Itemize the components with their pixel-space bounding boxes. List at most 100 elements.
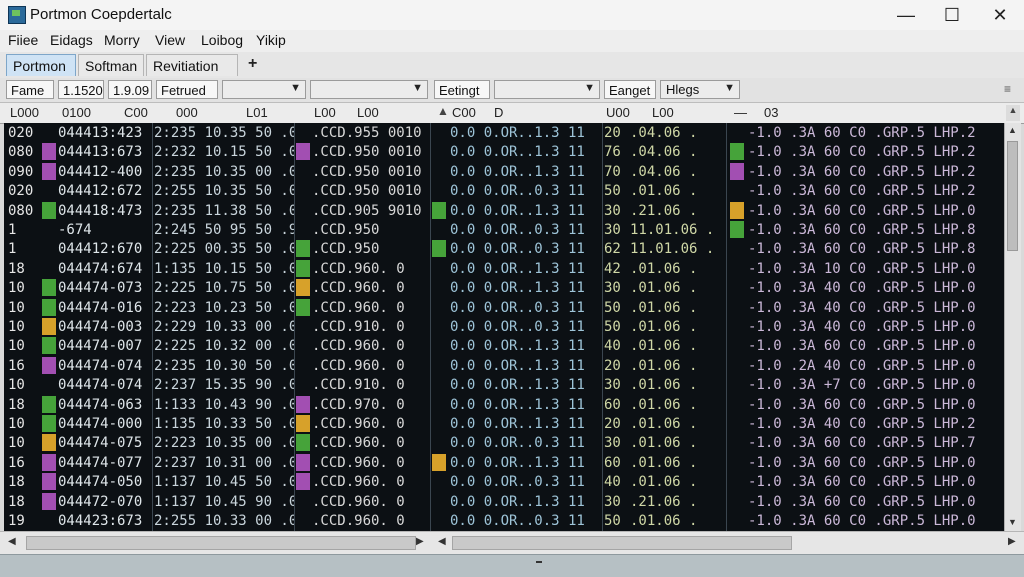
log-grid[interactable]: 020 044413:423 2:235 10.35 50 .0 .CCD.955 0… <box>4 123 1004 531</box>
col-header-1[interactable]: 0100 <box>62 105 91 120</box>
col-header-10[interactable]: L00 <box>652 105 674 120</box>
row-data: 0.0 0.OR..0.3 11 <box>450 513 585 529</box>
table-row[interactable]: 16 044474-077 2:237 10.31 00 .0 .CCD.960. 0… <box>4 453 1004 473</box>
vertical-scroll-thumb[interactable] <box>1007 141 1018 251</box>
row-address: 044474-050 <box>58 474 143 491</box>
row-address: 044474-077 <box>58 454 143 471</box>
row-date: .04.06 . <box>630 163 698 180</box>
table-row[interactable]: 090 044412-400 2:235 10.35 00 .0 .CCD.950 0… <box>4 162 1004 182</box>
menu-file[interactable]: Fiiee <box>8 32 38 48</box>
row-count: 40 <box>604 338 621 355</box>
col-header-7[interactable]: C00 <box>452 105 476 120</box>
horizontal-scroll-thumb-right[interactable] <box>452 536 792 550</box>
status-bar <box>0 554 1024 577</box>
col-header-5[interactable]: L00 <box>314 105 336 120</box>
col-header-8[interactable]: D <box>494 105 503 120</box>
table-row[interactable]: 10 044474-003 2:229 10.33 00 .0 .CCD.910. 0… <box>4 317 1004 337</box>
table-row[interactable]: 1 044412:670 2:225 00.35 50 .0 .CCD.950 0.0 … <box>4 239 1004 259</box>
col-header-9[interactable]: U00 <box>606 105 630 120</box>
row-id: 020 <box>8 183 34 200</box>
table-row[interactable]: 18 044474:674 1:135 10.15 50 .0 .CCD.960. 0… <box>4 259 1004 279</box>
table-row[interactable]: 10 044474-016 2:223 10.23 50 .0 .CCD.960. 0… <box>4 298 1004 318</box>
menu-help[interactable]: Yikip <box>256 32 286 48</box>
table-row[interactable]: 18 044474-050 1:137 10.45 50 .0 .CCD.960. 0… <box>4 472 1004 492</box>
row-detail: -1.0 .3A +7 C0 .GRP.5 LHP.0 <box>748 377 976 394</box>
vertical-scrollbar[interactable]: ▲ ▼ <box>1004 123 1021 531</box>
row-id: 18 <box>8 474 25 491</box>
horizontal-scroll-thumb-left[interactable] <box>26 536 416 550</box>
row-value: .CCD.950 0010 <box>312 163 422 180</box>
table-row[interactable]: 18 044474-063 1:133 10.43 90 .0 .CCD.970. 0… <box>4 395 1004 415</box>
row-date: .01.06 . <box>630 183 698 200</box>
scroll-up-button[interactable]: ▲ <box>1006 105 1020 121</box>
menu-more[interactable]: Morry <box>104 32 140 48</box>
tab-portmon[interactable]: Portmon <box>6 54 76 76</box>
table-row[interactable]: 10 044474-007 2:225 10.32 00 .0 .CCD.960. 0… <box>4 336 1004 356</box>
table-row[interactable]: 18 044472-070 1:137 10.45 90 .0 .CCD.960. 0… <box>4 492 1004 512</box>
maximize-button[interactable]: ☐ <box>930 2 974 28</box>
flag-swatch <box>296 395 310 413</box>
table-row[interactable]: 19 044423:673 2:255 10.33 00 .0 .CCD.960. 0… <box>4 511 1004 531</box>
row-value: .CCD.960. 0 <box>312 357 405 374</box>
menu-log[interactable]: Loibog <box>201 32 243 48</box>
flags-dropdown[interactable]: Hlegs ▼ <box>660 80 740 99</box>
row-count: 50 <box>604 183 621 200</box>
resize-grip-icon[interactable] <box>536 561 542 569</box>
settings-button[interactable]: Eetingt <box>434 80 490 99</box>
window-title: Portmon Coepdertalc <box>30 6 172 23</box>
scroll-up-arrow-icon[interactable]: ▲ <box>1008 125 1017 135</box>
table-row[interactable]: 020 044413:423 2:235 10.35 50 .0 .CCD.955 0… <box>4 123 1004 143</box>
scroll-left-arrow-icon[interactable]: ◀ <box>8 536 16 547</box>
row-detail: -1.0 .3A 60 C0 .GRP.5 LHP.2 <box>748 163 976 180</box>
add-tab-button[interactable]: + <box>248 55 257 73</box>
col-header-0[interactable]: L000 <box>10 105 39 120</box>
col-header-3[interactable]: 000 <box>176 105 198 120</box>
row-data: 0.0 0.OR..0.3 11 <box>450 299 585 316</box>
row-count: 76 <box>604 144 621 161</box>
process-dropdown[interactable]: ▼ <box>310 80 428 99</box>
frame-field-2[interactable]: 1.9.09 <box>108 80 152 99</box>
table-row[interactable]: 10 044474-074 2:237 15.35 90 .0 .CCD.910. 0… <box>4 375 1004 395</box>
table-row[interactable]: 080 044413:673 2:232 10.15 50 .0 .CCD.950 0… <box>4 142 1004 162</box>
tab-softman[interactable]: Softman <box>78 54 144 76</box>
options-icon[interactable]: ≡ <box>1004 82 1011 96</box>
status-swatch <box>42 201 56 219</box>
type-swatch <box>432 453 446 471</box>
settings-dropdown[interactable]: ▼ <box>494 80 600 99</box>
scroll-down-arrow-icon[interactable]: ▼ <box>1008 517 1017 527</box>
row-date: .01.06 . <box>630 513 698 529</box>
col-header-2[interactable]: C00 <box>124 105 148 120</box>
horizontal-scrollbar[interactable]: ◀ ▶ ◀ ▶ <box>0 531 1024 555</box>
scroll-left-arrow-icon-2[interactable]: ◀ <box>438 536 446 547</box>
row-value: .CCD.955 0010 <box>312 125 422 141</box>
menu-edit[interactable]: Eidags <box>50 32 93 48</box>
filter-button[interactable]: Fetrued <box>156 80 218 99</box>
col-header-11[interactable]: — <box>734 105 747 120</box>
filter-dropdown[interactable]: ▼ <box>222 80 306 99</box>
scroll-right-arrow-icon-2[interactable]: ▶ <box>1008 536 1016 547</box>
table-row[interactable]: 080 044418:473 2:235 11.38 50 .0 .CCD.905 9… <box>4 201 1004 221</box>
table-row[interactable]: 16 044474-074 2:235 10.30 50 .0 .CCD.960. 0… <box>4 356 1004 376</box>
scroll-right-arrow-icon[interactable]: ▶ <box>416 536 424 547</box>
row-id: 080 <box>8 144 34 161</box>
range-button[interactable]: Eanget <box>604 80 656 99</box>
table-row[interactable]: 1 -674 2:245 50 95 50 .9 .CCD.950 0.0 0.OR..… <box>4 220 1004 240</box>
row-count: 30 <box>604 222 621 238</box>
close-button[interactable]: ✕ <box>978 2 1022 28</box>
menu-view[interactable]: View <box>155 32 185 48</box>
table-row[interactable]: 10 044474-000 1:135 10.33 50 .0 .CCD.960. 0… <box>4 414 1004 434</box>
table-row[interactable]: 10 044474-075 2:223 10.35 00 .0 .CCD.960. 0… <box>4 433 1004 453</box>
row-date: 11.01.06 . <box>630 241 715 258</box>
col-header-6[interactable]: L00 <box>357 105 379 120</box>
table-row[interactable]: 020 044412:672 2:255 10.35 50 .0 .CCD.950 0… <box>4 181 1004 201</box>
type-swatch <box>432 240 446 258</box>
col-header-4[interactable]: L01 <box>246 105 268 120</box>
row-detail: -1.0 .3A 40 C0 .GRP.5 LHP.0 <box>748 319 976 335</box>
col-header-12[interactable]: 03 <box>764 105 778 120</box>
row-count: 20 <box>604 416 621 432</box>
minimize-button[interactable]: — <box>884 2 928 28</box>
frame-field-1[interactable]: 1.1520 <box>58 80 104 99</box>
table-row[interactable]: 10 044474-073 2:225 10.75 50 .0 .CCD.960. 0… <box>4 278 1004 298</box>
row-detail: -1.0 .3A 60 C0 .GRP.5 LHP.0 <box>748 474 976 491</box>
tab-revitiation[interactable]: Revitiation <box>146 54 238 76</box>
